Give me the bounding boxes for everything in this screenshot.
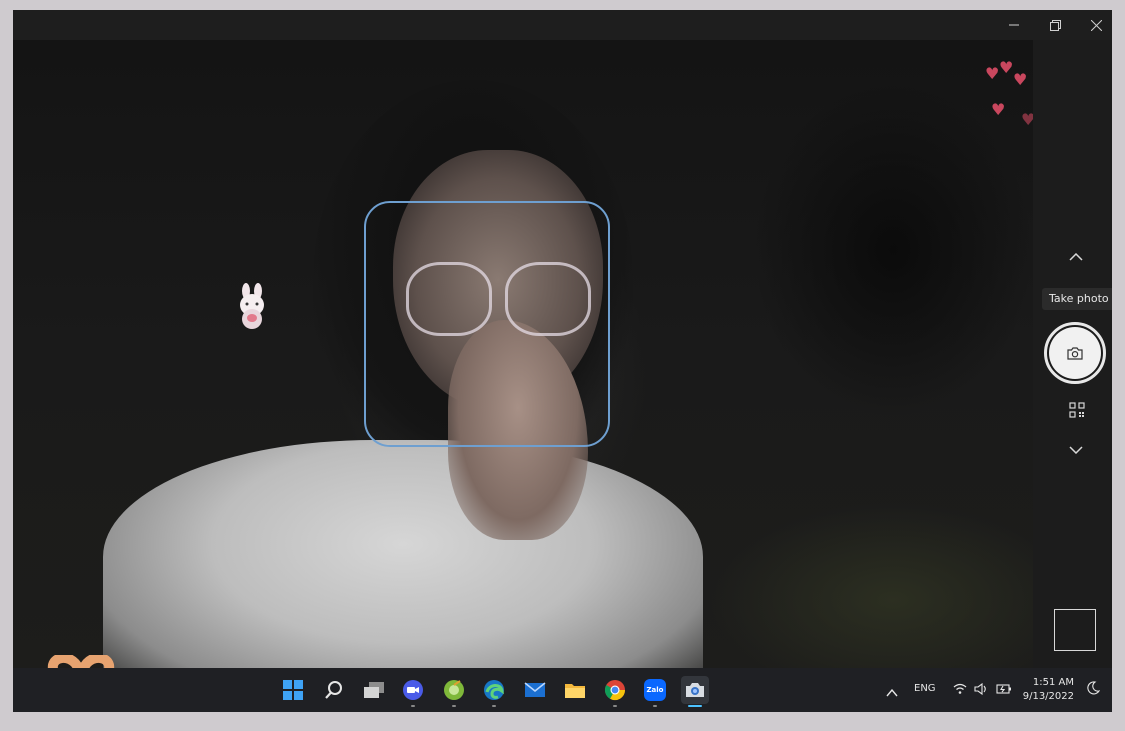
desktop-screen: ♥ ♥ ♥ ♥ ♥ Take photo Zalo ENG 1:51 AM 9/… [13,10,1112,712]
edge-running-indicator [492,705,496,707]
taskbar-greenshot[interactable] [440,676,468,704]
mode-up-button[interactable] [1065,246,1087,268]
input-language-indicator[interactable]: ENG [914,683,936,694]
camera-active-indicator [688,705,702,707]
mode-down-button[interactable] [1065,439,1087,461]
taskbar: Zalo ENG 1:51 AM 9/13/2022 [13,668,1112,712]
taskbar-zoom[interactable] [399,676,427,704]
clock[interactable]: 1:51 AM 9/13/2022 [1018,676,1074,704]
qr-scan-icon [1069,402,1085,418]
take-photo-tooltip: Take photo [1042,288,1112,310]
taskbar-camera[interactable] [681,676,709,704]
minimize-icon [1009,24,1019,26]
close-button[interactable] [1075,10,1112,40]
show-hidden-icons-button[interactable] [886,682,898,701]
chrome-icon [604,680,626,701]
zoom-icon [403,680,423,700]
camera-roll-thumbnail[interactable] [1054,609,1096,651]
camera-preview: ♥ ♥ ♥ ♥ ♥ [13,40,1033,668]
volume-button[interactable] [974,680,988,699]
taskbar-edge[interactable] [480,676,508,704]
zoom-running-indicator [411,705,415,707]
qr-scan-button[interactable] [1069,402,1085,418]
camera-title-bar [13,10,1112,40]
chrome-running-indicator [613,705,617,707]
clock-time: 1:51 AM [1032,677,1074,688]
shutter-inner [1049,327,1101,379]
wifi-icon [953,683,967,694]
taskbar-mail[interactable] [521,676,549,704]
mail-icon [524,682,546,697]
task-view-button[interactable] [360,676,388,704]
start-button[interactable] [279,676,307,704]
heart-hands-sticker [45,653,117,668]
focus-assist-button[interactable] [1086,680,1101,699]
network-button[interactable] [953,680,967,699]
close-icon [1090,19,1102,31]
taskbar-zalo[interactable]: Zalo [641,676,669,704]
camera-icon [1067,347,1083,360]
speaker-icon [974,682,986,696]
take-photo-button[interactable] [1044,322,1106,384]
minimize-button[interactable] [993,10,1035,40]
battery-button[interactable] [996,680,1012,699]
chevron-up-icon [1069,253,1083,261]
camera-app-icon [686,683,704,697]
restore-icon [1049,19,1061,31]
taskbar-chrome[interactable] [601,676,629,704]
windows-start-icon [283,680,303,700]
face-detection-box [364,201,610,447]
greenshot-icon [444,680,464,700]
bunny-sticker [235,283,269,331]
chevron-down-icon [1069,446,1083,454]
restore-button[interactable] [1034,10,1076,40]
subject-shirt [103,440,703,668]
search-icon [325,681,342,699]
task-view-icon [364,682,384,698]
edge-browser-icon [484,680,504,700]
taskbar-file-explorer[interactable] [561,676,589,704]
greenshot-running-indicator [452,705,456,707]
clock-date: 9/13/2022 [1022,691,1074,702]
moon-icon [1087,681,1101,695]
zalo-running-indicator [653,705,657,707]
folder-icon [565,684,585,698]
search-button[interactable] [320,676,348,704]
battery-charging-icon [996,684,1011,694]
chevron-up-icon [886,688,898,697]
zalo-icon: Zalo [644,679,666,701]
